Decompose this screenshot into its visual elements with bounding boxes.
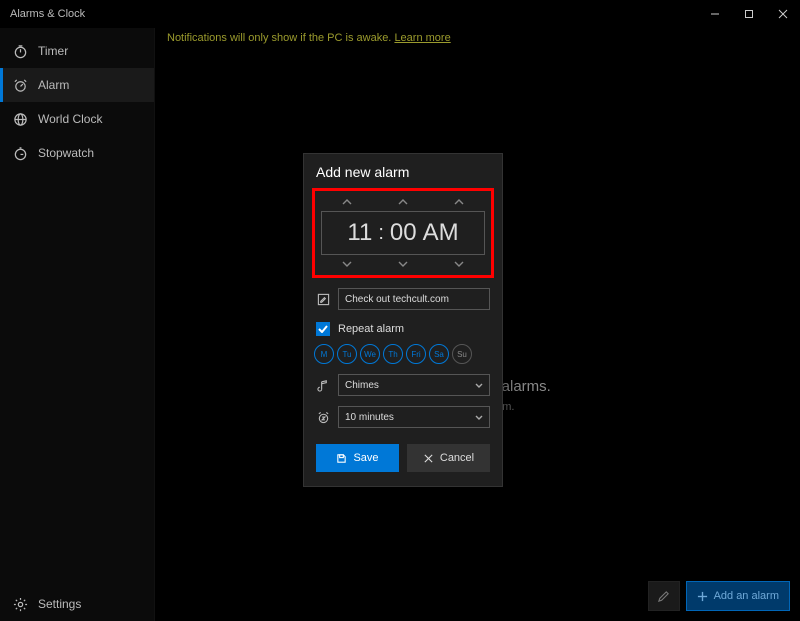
plus-icon bbox=[697, 591, 708, 602]
add-alarm-button[interactable]: Add an alarm bbox=[686, 581, 790, 611]
main-content: Notifications will only show if the PC i… bbox=[155, 28, 800, 621]
day-sun[interactable]: Su bbox=[452, 344, 472, 364]
day-sat[interactable]: Sa bbox=[429, 344, 449, 364]
music-note-icon bbox=[316, 378, 330, 392]
hour-up[interactable] bbox=[327, 195, 367, 209]
add-alarm-dialog: Add new alarm 11 : 00 AM bbox=[303, 153, 503, 487]
bottom-actions: Add an alarm bbox=[648, 581, 790, 611]
dialog-title: Add new alarm bbox=[304, 154, 502, 188]
sidebar-item-label: Alarm bbox=[38, 78, 69, 92]
maximize-button[interactable] bbox=[732, 0, 766, 28]
save-button[interactable]: Save bbox=[316, 444, 399, 472]
app-title: Alarms & Clock bbox=[10, 8, 698, 20]
time-colon: : bbox=[378, 222, 384, 245]
time-display[interactable]: 11 : 00 AM bbox=[321, 211, 485, 255]
ampm-value: AM bbox=[423, 219, 459, 247]
day-mon[interactable]: M bbox=[314, 344, 334, 364]
day-picker: M Tu We Th Fri Sa Su bbox=[304, 336, 502, 364]
hour-value: 11 bbox=[347, 219, 372, 247]
alarm-name-input[interactable]: Check out techcult.com bbox=[338, 288, 490, 310]
notice-text: Notifications will only show if the PC i… bbox=[167, 32, 391, 44]
sidebar-item-alarm[interactable]: Alarm bbox=[0, 68, 154, 102]
minute-value: 00 bbox=[390, 219, 417, 247]
save-icon bbox=[336, 453, 347, 464]
chevron-down-icon bbox=[475, 383, 483, 388]
day-thu[interactable]: Th bbox=[383, 344, 403, 364]
repeat-label: Repeat alarm bbox=[338, 323, 404, 335]
time-picker-highlight: 11 : 00 AM bbox=[312, 188, 494, 278]
close-button[interactable] bbox=[766, 0, 800, 28]
sidebar-item-label: Timer bbox=[38, 44, 68, 58]
sidebar-item-label: Settings bbox=[38, 597, 81, 611]
minimize-button[interactable] bbox=[698, 0, 732, 28]
sidebar-item-label: World Clock bbox=[38, 112, 102, 126]
day-tue[interactable]: Tu bbox=[337, 344, 357, 364]
sidebar: Timer Alarm World Clock Stopwatch Settin… bbox=[0, 28, 155, 621]
stopwatch-icon bbox=[12, 145, 28, 161]
sidebar-item-timer[interactable]: Timer bbox=[0, 34, 154, 68]
sidebar-item-world-clock[interactable]: World Clock bbox=[0, 102, 154, 136]
notification-banner: Notifications will only show if the PC i… bbox=[167, 32, 451, 44]
window-controls bbox=[698, 0, 800, 28]
pencil-box-icon bbox=[316, 292, 330, 306]
alarm-icon bbox=[12, 77, 28, 93]
close-icon bbox=[423, 453, 434, 464]
pencil-icon bbox=[657, 590, 670, 603]
timer-icon bbox=[12, 43, 28, 59]
minute-down[interactable] bbox=[383, 257, 423, 271]
notice-learn-more-link[interactable]: Learn more bbox=[394, 32, 450, 44]
globe-icon bbox=[12, 111, 28, 127]
chevron-down-icon bbox=[475, 415, 483, 420]
sidebar-item-stopwatch[interactable]: Stopwatch bbox=[0, 136, 154, 170]
snooze-select[interactable]: 10 minutes bbox=[338, 406, 490, 428]
sidebar-item-label: Stopwatch bbox=[38, 146, 94, 160]
minute-up[interactable] bbox=[383, 195, 423, 209]
cancel-button[interactable]: Cancel bbox=[407, 444, 490, 472]
sidebar-item-settings[interactable]: Settings bbox=[0, 587, 154, 621]
snooze-icon bbox=[316, 410, 330, 424]
day-wed[interactable]: We bbox=[360, 344, 380, 364]
hour-down[interactable] bbox=[327, 257, 367, 271]
titlebar: Alarms & Clock bbox=[0, 0, 800, 28]
repeat-checkbox[interactable] bbox=[316, 322, 330, 336]
ampm-up[interactable] bbox=[439, 195, 479, 209]
day-fri[interactable]: Fri bbox=[406, 344, 426, 364]
edit-alarms-button[interactable] bbox=[648, 581, 680, 611]
gear-icon bbox=[12, 596, 28, 612]
sound-select[interactable]: Chimes bbox=[338, 374, 490, 396]
ampm-down[interactable] bbox=[439, 257, 479, 271]
